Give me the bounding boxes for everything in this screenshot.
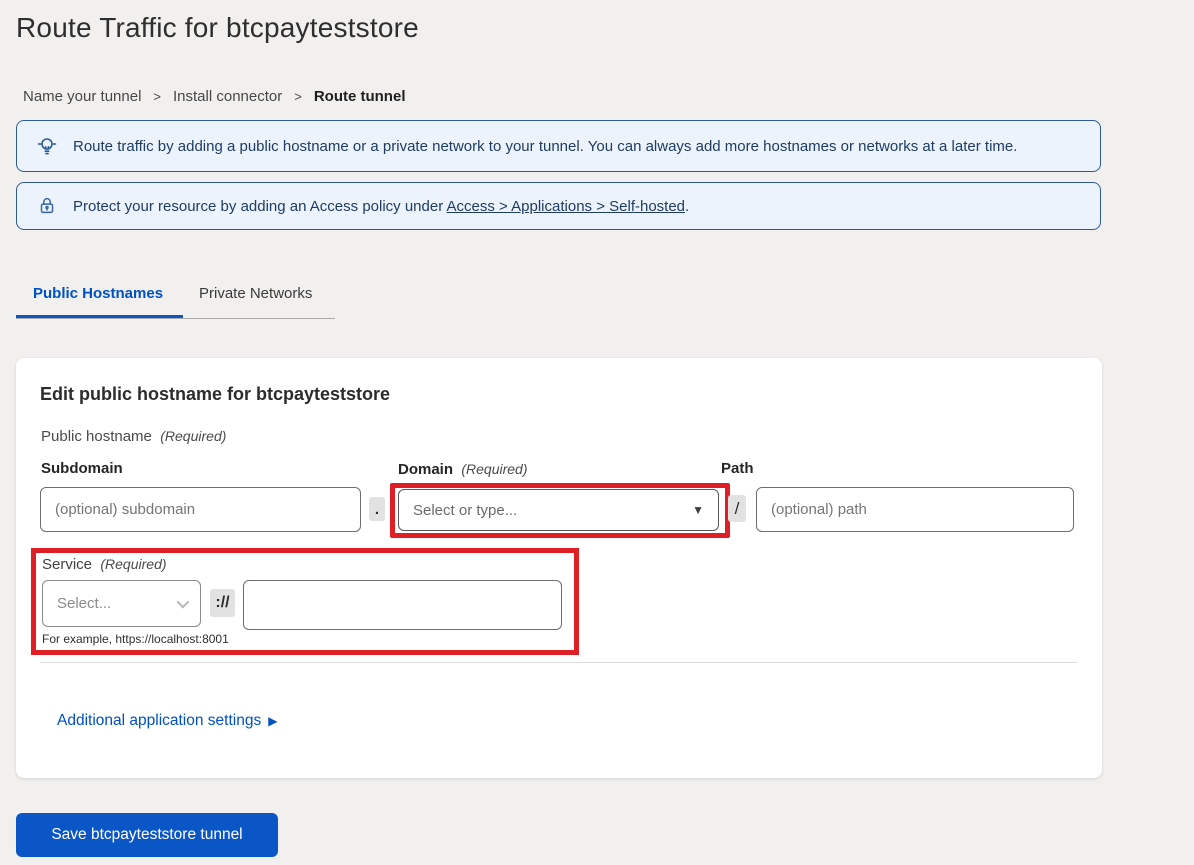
subdomain-label: Subdomain [41,460,123,477]
breadcrumb-separator: > [153,89,161,104]
path-input[interactable] [756,487,1074,532]
chevron-down-icon [177,596,190,609]
tab-public-hostnames[interactable]: Public Hostnames [33,285,163,302]
breadcrumb-item-install-connector[interactable]: Install connector [173,88,282,105]
access-banner: Protect your resource by adding an Acces… [16,182,1101,230]
card-heading: Edit public hostname for btcpayteststore [40,384,390,405]
path-label: Path [721,460,754,477]
domain-select-value: Select or type... [413,502,517,519]
tab-private-networks[interactable]: Private Networks [199,285,312,302]
caret-down-icon: ▼ [692,503,704,517]
section-divider [40,662,1077,663]
public-hostname-required: (Required) [160,428,226,444]
slash-separator: / [728,495,746,522]
domain-label: Domain (Required) [398,461,528,478]
breadcrumb: Name your tunnel > Install connector > R… [23,88,405,105]
access-policy-link[interactable]: Access > Applications > Self-hosted [447,198,685,215]
additional-settings-link[interactable]: Additional application settings ▶ [57,712,277,730]
subdomain-input[interactable] [40,487,361,532]
info-banner-text: Route traffic by adding a public hostnam… [73,138,1017,155]
save-tunnel-button[interactable]: Save btcpayteststore tunnel [16,813,278,857]
domain-select[interactable]: Select or type... ▼ [398,489,719,531]
dot-separator: . [369,497,385,521]
tabs-baseline [16,318,335,319]
access-banner-text: Protect your resource by adding an Acces… [73,198,689,215]
lock-icon [35,194,59,218]
service-example-text: For example, https://localhost:8001 [42,632,229,646]
service-url-input[interactable] [243,580,562,630]
service-required: (Required) [100,556,166,572]
public-hostname-label: Public hostname (Required) [41,428,226,445]
lightbulb-icon [35,134,59,158]
chevron-right-icon: ▶ [268,714,277,728]
breadcrumb-item-name-your-tunnel[interactable]: Name your tunnel [23,88,141,105]
service-label: Service (Required) [42,556,167,573]
domain-required: (Required) [461,461,527,477]
page-title: Route Traffic for btcpayteststore [16,12,419,44]
info-banner: Route traffic by adding a public hostnam… [16,120,1101,172]
service-select[interactable]: Select... [42,580,201,627]
scheme-separator: :// [210,589,235,617]
breadcrumb-item-route-tunnel: Route tunnel [314,88,406,105]
breadcrumb-separator: > [294,89,302,104]
service-select-value: Select... [57,595,111,612]
